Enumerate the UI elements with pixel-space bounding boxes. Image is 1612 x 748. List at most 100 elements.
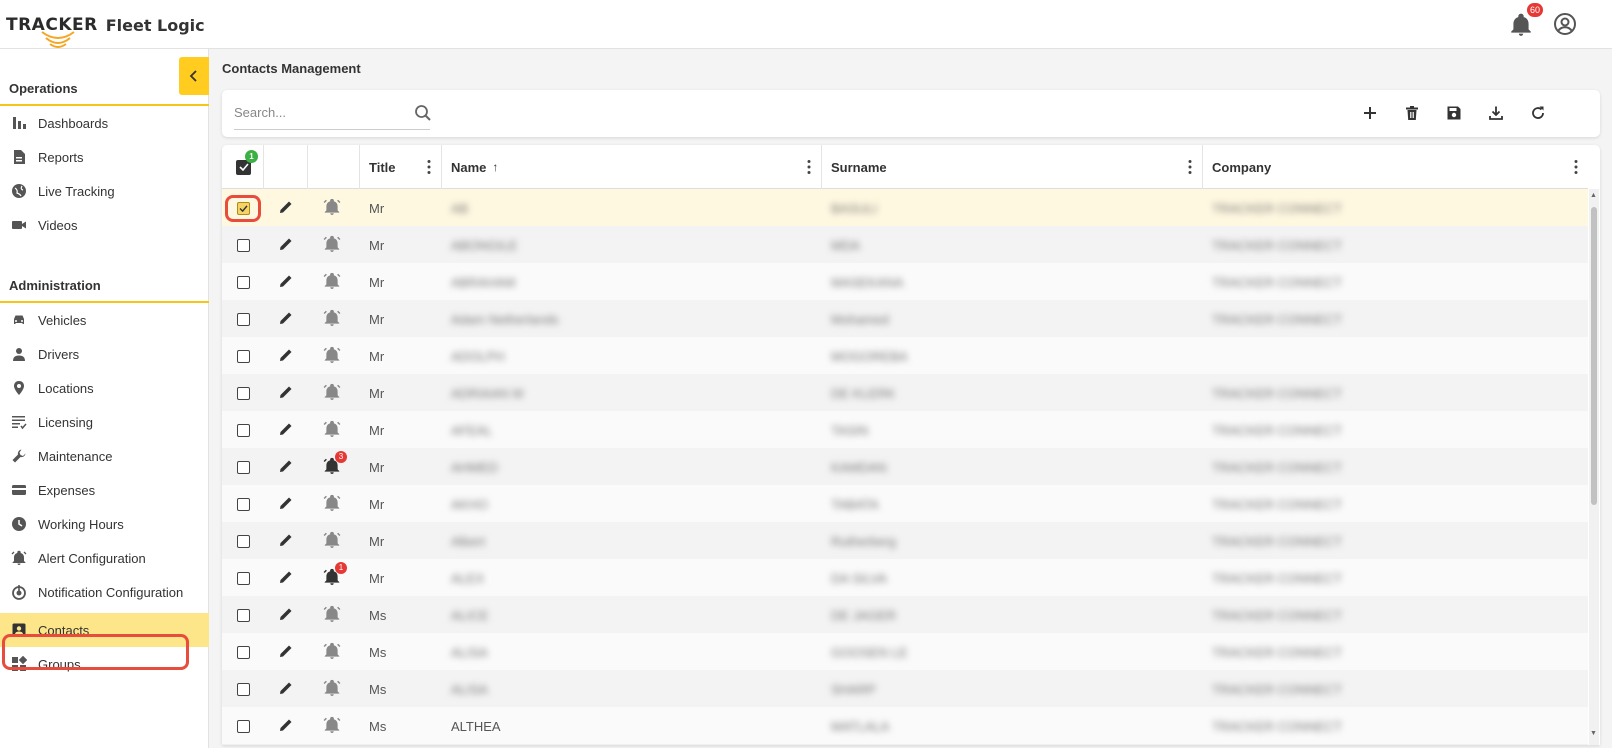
contact-alerts-button[interactable] (308, 189, 360, 227)
row-checkbox[interactable] (237, 645, 250, 659)
delete-contact-button[interactable] (1400, 101, 1424, 125)
scroll-thumb[interactable] (1591, 207, 1597, 505)
table-row[interactable]: Mr AB BASULI TRACKER CONNECT (222, 189, 1588, 227)
edit-contact-button[interactable] (264, 374, 308, 412)
row-checkbox[interactable] (237, 682, 250, 696)
table-row[interactable]: Mr ABRAHAM MASEKANA TRACKER CONNECT (222, 263, 1588, 301)
app-logo[interactable]: TRACKER Fleet Logic (6, 8, 205, 48)
column-menu-icon[interactable] (1574, 159, 1578, 175)
edit-contact-button[interactable] (264, 670, 308, 708)
sidebar-item-alert-configuration[interactable]: Alert Configuration (0, 541, 209, 575)
contact-alerts-button[interactable] (308, 633, 360, 671)
table-row[interactable]: Mr AKHO TABATA TRACKER CONNECT (222, 485, 1588, 523)
sidebar-item-reports[interactable]: Reports (0, 140, 209, 174)
sidebar-item-working-hours[interactable]: Working Hours (0, 507, 209, 541)
search-input[interactable] (234, 96, 394, 128)
sidebar-item-vehicles[interactable]: Vehicles (0, 303, 209, 337)
row-checkbox[interactable] (237, 275, 250, 289)
contact-alerts-button[interactable] (308, 300, 360, 338)
edit-contact-button[interactable] (264, 633, 308, 671)
table-row[interactable]: 1 Mr ALEX DA SILVA TRACKER CONNECT (222, 559, 1588, 597)
contact-alerts-button[interactable] (308, 596, 360, 634)
credit-card-icon (9, 480, 29, 500)
edit-contact-button[interactable] (264, 411, 308, 449)
table-row[interactable]: Mr ADOLPH MOGOREBA (222, 337, 1588, 375)
edit-contact-button[interactable] (264, 522, 308, 560)
table-row[interactable]: Mr AFEAL TASIN TRACKER CONNECT (222, 411, 1588, 449)
row-checkbox[interactable] (237, 497, 250, 511)
contact-alerts-button[interactable] (308, 707, 360, 745)
sidebar-item-groups[interactable]: Groups (0, 647, 209, 681)
table-row[interactable]: Ms ALICE DE JAGER TRACKER CONNECT (222, 596, 1588, 634)
user-account-icon[interactable] (1553, 12, 1577, 36)
header-name[interactable]: Name ↑ (442, 145, 822, 189)
row-checkbox[interactable] (237, 312, 250, 326)
refresh-button[interactable] (1526, 101, 1550, 125)
table-row[interactable]: Ms ALISA SHARP TRACKER CONNECT (222, 670, 1588, 708)
edit-contact-button[interactable] (264, 485, 308, 523)
edit-contact-button[interactable] (264, 300, 308, 338)
contact-alerts-button[interactable] (308, 374, 360, 412)
sidebar-item-licensing[interactable]: Licensing (0, 405, 209, 439)
download-button[interactable] (1484, 101, 1508, 125)
sidebar-item-expenses[interactable]: Expenses (0, 473, 209, 507)
header-surname[interactable]: Surname (822, 145, 1203, 189)
row-checkbox[interactable] (237, 423, 250, 437)
edit-contact-button[interactable] (264, 596, 308, 634)
row-checkbox[interactable] (237, 201, 250, 215)
contact-alerts-button[interactable] (308, 263, 360, 301)
scroll-up-icon[interactable]: ▲ (1590, 192, 1597, 199)
column-menu-icon[interactable] (807, 159, 811, 175)
contact-alerts-button[interactable]: 3 (308, 448, 360, 486)
row-checkbox[interactable] (237, 349, 250, 363)
header-title[interactable]: Title (360, 145, 442, 189)
sidebar-item-maintenance[interactable]: Maintenance (0, 439, 209, 473)
scroll-down-icon[interactable]: ▼ (1590, 730, 1597, 737)
select-all-checkbox[interactable]: 1 (236, 149, 258, 175)
add-contact-button[interactable] (1358, 101, 1382, 125)
column-menu-icon[interactable] (427, 159, 431, 175)
sidebar-item-videos[interactable]: Videos (0, 208, 209, 242)
edit-contact-button[interactable] (264, 337, 308, 375)
sidebar-item-drivers[interactable]: Drivers (0, 337, 209, 371)
contact-alerts-button[interactable] (308, 670, 360, 708)
grid-scrollbar[interactable]: ▲ ▼ (1589, 189, 1599, 745)
contact-alerts-button[interactable] (308, 522, 360, 560)
table-row[interactable]: 3 Mr AHMED KAMDAN TRACKER CONNECT (222, 448, 1588, 486)
edit-contact-button[interactable] (264, 448, 308, 486)
row-checkbox[interactable] (237, 386, 250, 400)
row-checkbox[interactable] (237, 460, 250, 474)
save-button[interactable] (1442, 101, 1466, 125)
table-row[interactable]: Mr ABONGILE MDA TRACKER CONNECT (222, 226, 1588, 264)
row-checkbox[interactable] (237, 534, 250, 548)
header-company[interactable]: Company (1203, 145, 1588, 189)
table-row[interactable]: Ms ALTHEA MATLALA TRACKER CONNECT (222, 707, 1588, 745)
edit-contact-button[interactable] (264, 263, 308, 301)
sidebar-item-dashboards[interactable]: Dashboards (0, 106, 209, 140)
edit-contact-button[interactable] (264, 559, 308, 597)
edit-contact-button[interactable] (264, 226, 308, 264)
contact-alerts-button[interactable] (308, 337, 360, 375)
row-checkbox[interactable] (237, 571, 250, 585)
search-icon[interactable] (414, 104, 432, 122)
contact-alerts-button[interactable] (308, 485, 360, 523)
table-row[interactable]: Mr ADRIAAN M DE KLERK TRACKER CONNECT (222, 374, 1588, 412)
contact-alerts-button[interactable]: 1 (308, 559, 360, 597)
row-checkbox[interactable] (237, 719, 250, 733)
sidebar-item-locations[interactable]: Locations (0, 371, 209, 405)
table-row[interactable]: Ms ALISA GOOSEN LE TRACKER CONNECT (222, 633, 1588, 671)
row-checkbox[interactable] (237, 608, 250, 622)
edit-contact-button[interactable] (264, 189, 308, 227)
edit-contact-button[interactable] (264, 707, 308, 745)
row-checkbox[interactable] (237, 238, 250, 252)
cell-company: TRACKER CONNECT (1212, 274, 1343, 290)
table-row[interactable]: Mr Adam Netherlands Mohamed TRACKER CONNECT (222, 300, 1588, 338)
column-menu-icon[interactable] (1188, 159, 1192, 175)
sidebar-item-contacts[interactable]: Contacts (0, 613, 209, 647)
sidebar-item-live-tracking[interactable]: Live Tracking (0, 174, 209, 208)
contact-alerts-button[interactable] (308, 226, 360, 264)
contact-alerts-button[interactable] (308, 411, 360, 449)
table-row[interactable]: Mr Albert Rutherberg TRACKER CONNECT (222, 522, 1588, 560)
collapse-sidebar-button[interactable] (179, 57, 209, 95)
sidebar-item-notification-configuration[interactable]: Notification Configuration (0, 575, 209, 609)
